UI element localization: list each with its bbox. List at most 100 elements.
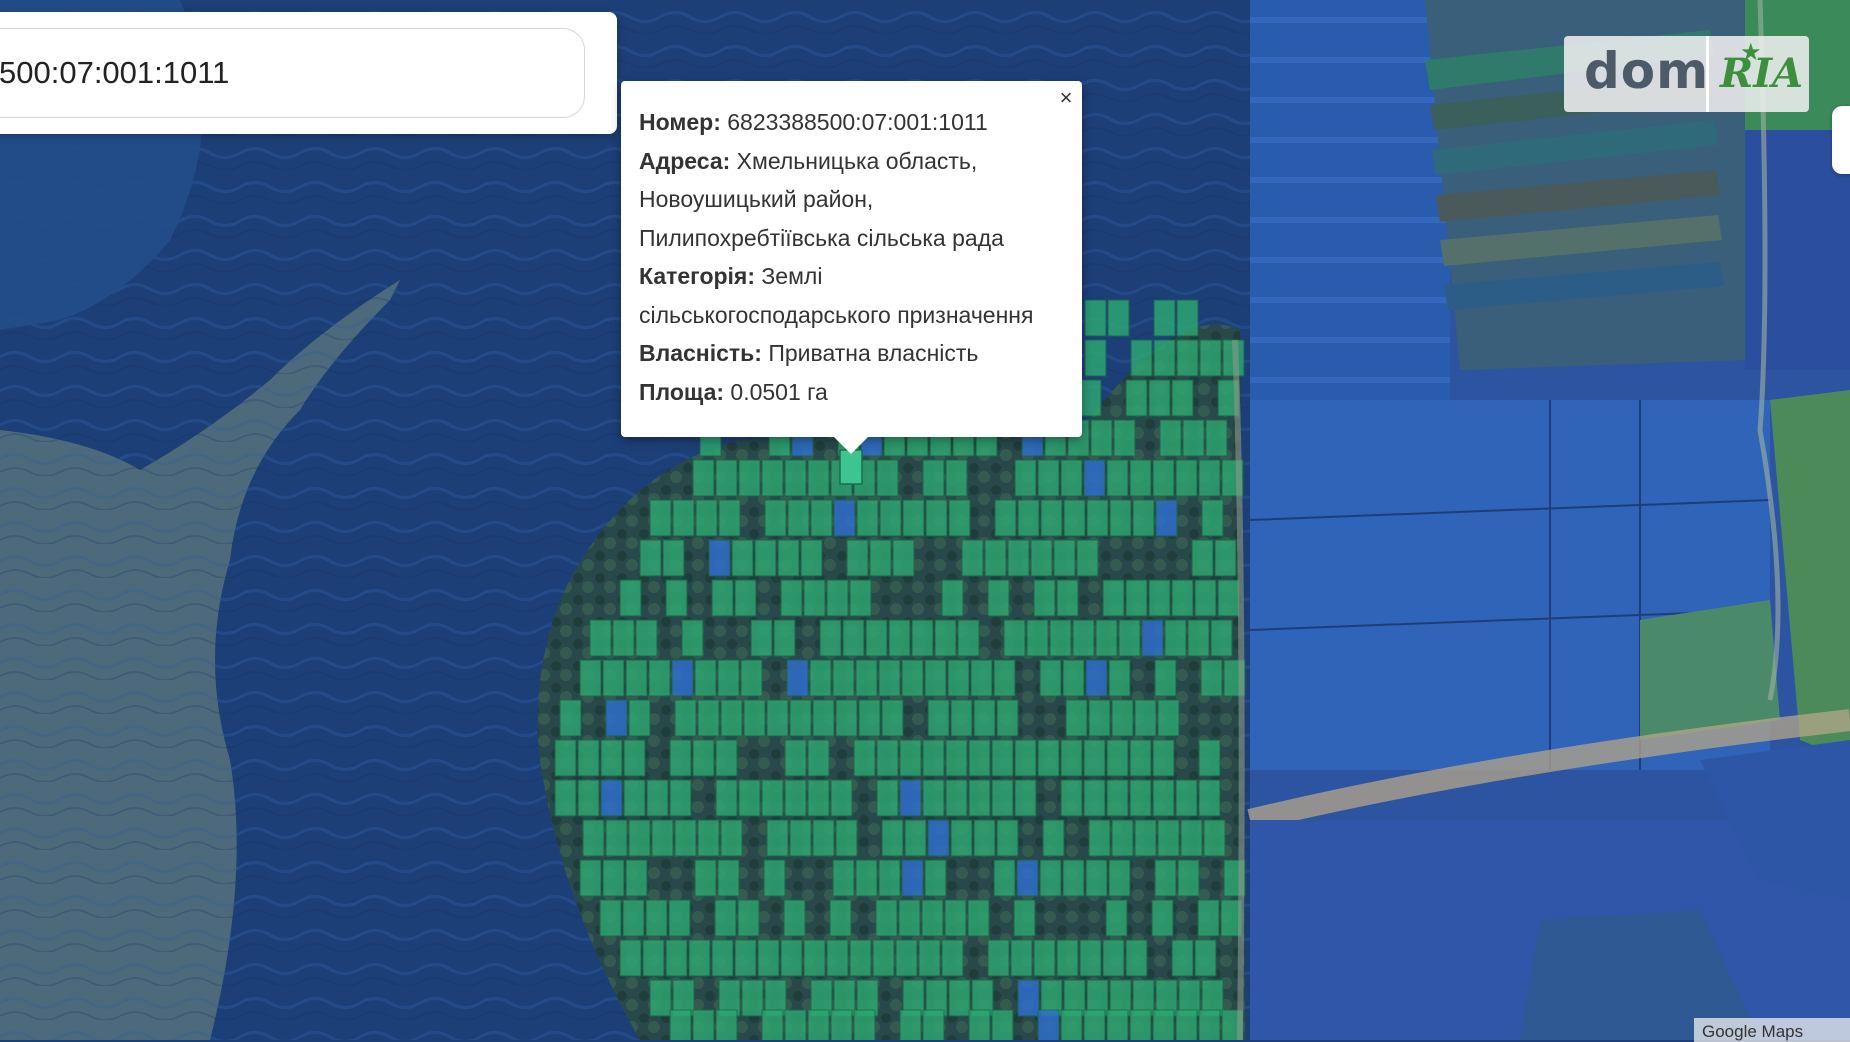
land-parcel[interactable]: [1007, 539, 1030, 577]
land-parcel[interactable]: [853, 1009, 876, 1040]
land-parcel[interactable]: [738, 459, 761, 497]
land-parcel[interactable]: [1037, 1009, 1060, 1040]
land-parcel[interactable]: [934, 619, 957, 657]
land-parcel[interactable]: [1107, 299, 1130, 337]
land-parcel[interactable]: [1106, 779, 1129, 817]
land-parcel[interactable]: [1083, 1009, 1106, 1040]
land-parcel[interactable]: [1083, 459, 1106, 497]
land-parcel[interactable]: [842, 619, 865, 657]
land-parcel[interactable]: [830, 1009, 853, 1040]
land-parcel[interactable]: [941, 579, 964, 617]
land-parcel[interactable]: [1159, 419, 1182, 457]
land-parcel[interactable]: [1191, 539, 1214, 577]
land-parcel[interactable]: [579, 859, 602, 897]
cadastral-search-input[interactable]: [0, 28, 585, 118]
land-parcel[interactable]: [559, 699, 582, 737]
land-parcel[interactable]: [1182, 419, 1205, 457]
land-parcel[interactable]: [830, 779, 853, 817]
land-parcel[interactable]: [717, 659, 740, 697]
land-parcel[interactable]: [922, 739, 945, 777]
land-parcel[interactable]: [1113, 419, 1136, 457]
land-parcel[interactable]: [1164, 619, 1187, 657]
land-parcel[interactable]: [1155, 499, 1178, 537]
land-parcel[interactable]: [692, 1009, 715, 1040]
land-parcel[interactable]: [1026, 619, 1049, 657]
land-parcel[interactable]: [991, 779, 1014, 817]
land-parcel[interactable]: [1014, 779, 1037, 817]
land-parcel[interactable]: [967, 899, 990, 937]
land-parcel[interactable]: [711, 579, 734, 617]
land-parcel[interactable]: [991, 1009, 1014, 1040]
land-parcel[interactable]: [1084, 299, 1107, 337]
land-parcel[interactable]: [1129, 779, 1152, 817]
land-parcel[interactable]: [924, 859, 947, 897]
land-parcel[interactable]: [764, 499, 787, 537]
land-parcel[interactable]: [835, 819, 858, 857]
land-parcel[interactable]: [945, 459, 968, 497]
land-parcel[interactable]: [665, 579, 688, 617]
land-parcel[interactable]: [669, 1009, 692, 1040]
land-parcel[interactable]: [895, 939, 918, 977]
land-parcel[interactable]: [970, 659, 993, 697]
land-parcel[interactable]: [1198, 739, 1221, 777]
land-parcel[interactable]: [694, 859, 717, 897]
land-parcel[interactable]: [987, 579, 1010, 617]
land-parcel[interactable]: [579, 659, 602, 697]
land-parcel[interactable]: [669, 779, 692, 817]
land-parcel[interactable]: [1153, 339, 1176, 377]
land-parcel[interactable]: [1083, 779, 1106, 817]
land-parcel[interactable]: [662, 539, 685, 577]
land-parcel[interactable]: [1132, 499, 1155, 537]
land-parcel[interactable]: [1109, 499, 1132, 537]
land-parcel[interactable]: [901, 859, 924, 897]
land-parcel[interactable]: [810, 499, 833, 537]
land-parcel[interactable]: [649, 499, 672, 537]
land-parcel[interactable]: [773, 619, 796, 657]
land-parcel[interactable]: [829, 899, 852, 937]
land-parcel[interactable]: [625, 859, 648, 897]
land-parcel[interactable]: [766, 819, 789, 857]
land-parcel[interactable]: [651, 819, 674, 857]
land-parcel[interactable]: [1014, 739, 1037, 777]
land-parcel[interactable]: [786, 659, 809, 697]
land-parcel[interactable]: [846, 539, 869, 577]
land-parcel[interactable]: [878, 859, 901, 897]
land-parcel[interactable]: [1175, 459, 1198, 497]
land-parcel[interactable]: [645, 899, 668, 937]
land-parcel[interactable]: [734, 579, 757, 617]
land-parcel[interactable]: [1085, 859, 1108, 897]
land-parcel[interactable]: [1042, 819, 1065, 857]
land-parcel[interactable]: [787, 499, 810, 537]
land-parcel[interactable]: [711, 939, 734, 977]
land-parcel[interactable]: [1060, 1009, 1083, 1040]
land-parcel[interactable]: [1118, 619, 1141, 657]
land-parcel[interactable]: [761, 779, 784, 817]
land-parcel[interactable]: [1152, 1009, 1175, 1040]
land-parcel[interactable]: [1086, 499, 1109, 537]
land-parcel[interactable]: [1152, 779, 1175, 817]
land-parcel[interactable]: [697, 699, 720, 737]
land-parcel[interactable]: [918, 939, 941, 977]
land-parcel[interactable]: [996, 819, 1019, 857]
land-parcel[interactable]: [1065, 699, 1088, 737]
land-parcel[interactable]: [1102, 579, 1125, 617]
land-parcel[interactable]: [948, 499, 971, 537]
land-parcel[interactable]: [783, 899, 806, 937]
land-parcel[interactable]: [692, 459, 715, 497]
land-parcel[interactable]: [674, 699, 697, 737]
land-parcel[interactable]: [1060, 459, 1083, 497]
domria-logo[interactable]: dom ★ RIA: [1564, 36, 1809, 112]
land-parcel[interactable]: [881, 699, 904, 737]
land-parcel[interactable]: [599, 899, 622, 937]
land-parcel[interactable]: [708, 539, 731, 577]
land-parcel[interactable]: [1148, 579, 1171, 617]
land-parcel[interactable]: [812, 819, 835, 857]
land-parcel[interactable]: [665, 939, 688, 977]
land-parcel[interactable]: [826, 939, 849, 977]
land-parcel[interactable]: [927, 819, 950, 857]
land-parcel[interactable]: [715, 739, 738, 777]
land-parcel[interactable]: [945, 779, 968, 817]
land-parcel[interactable]: [642, 939, 665, 977]
land-parcel[interactable]: [922, 459, 945, 497]
land-parcel[interactable]: [1198, 1009, 1221, 1040]
